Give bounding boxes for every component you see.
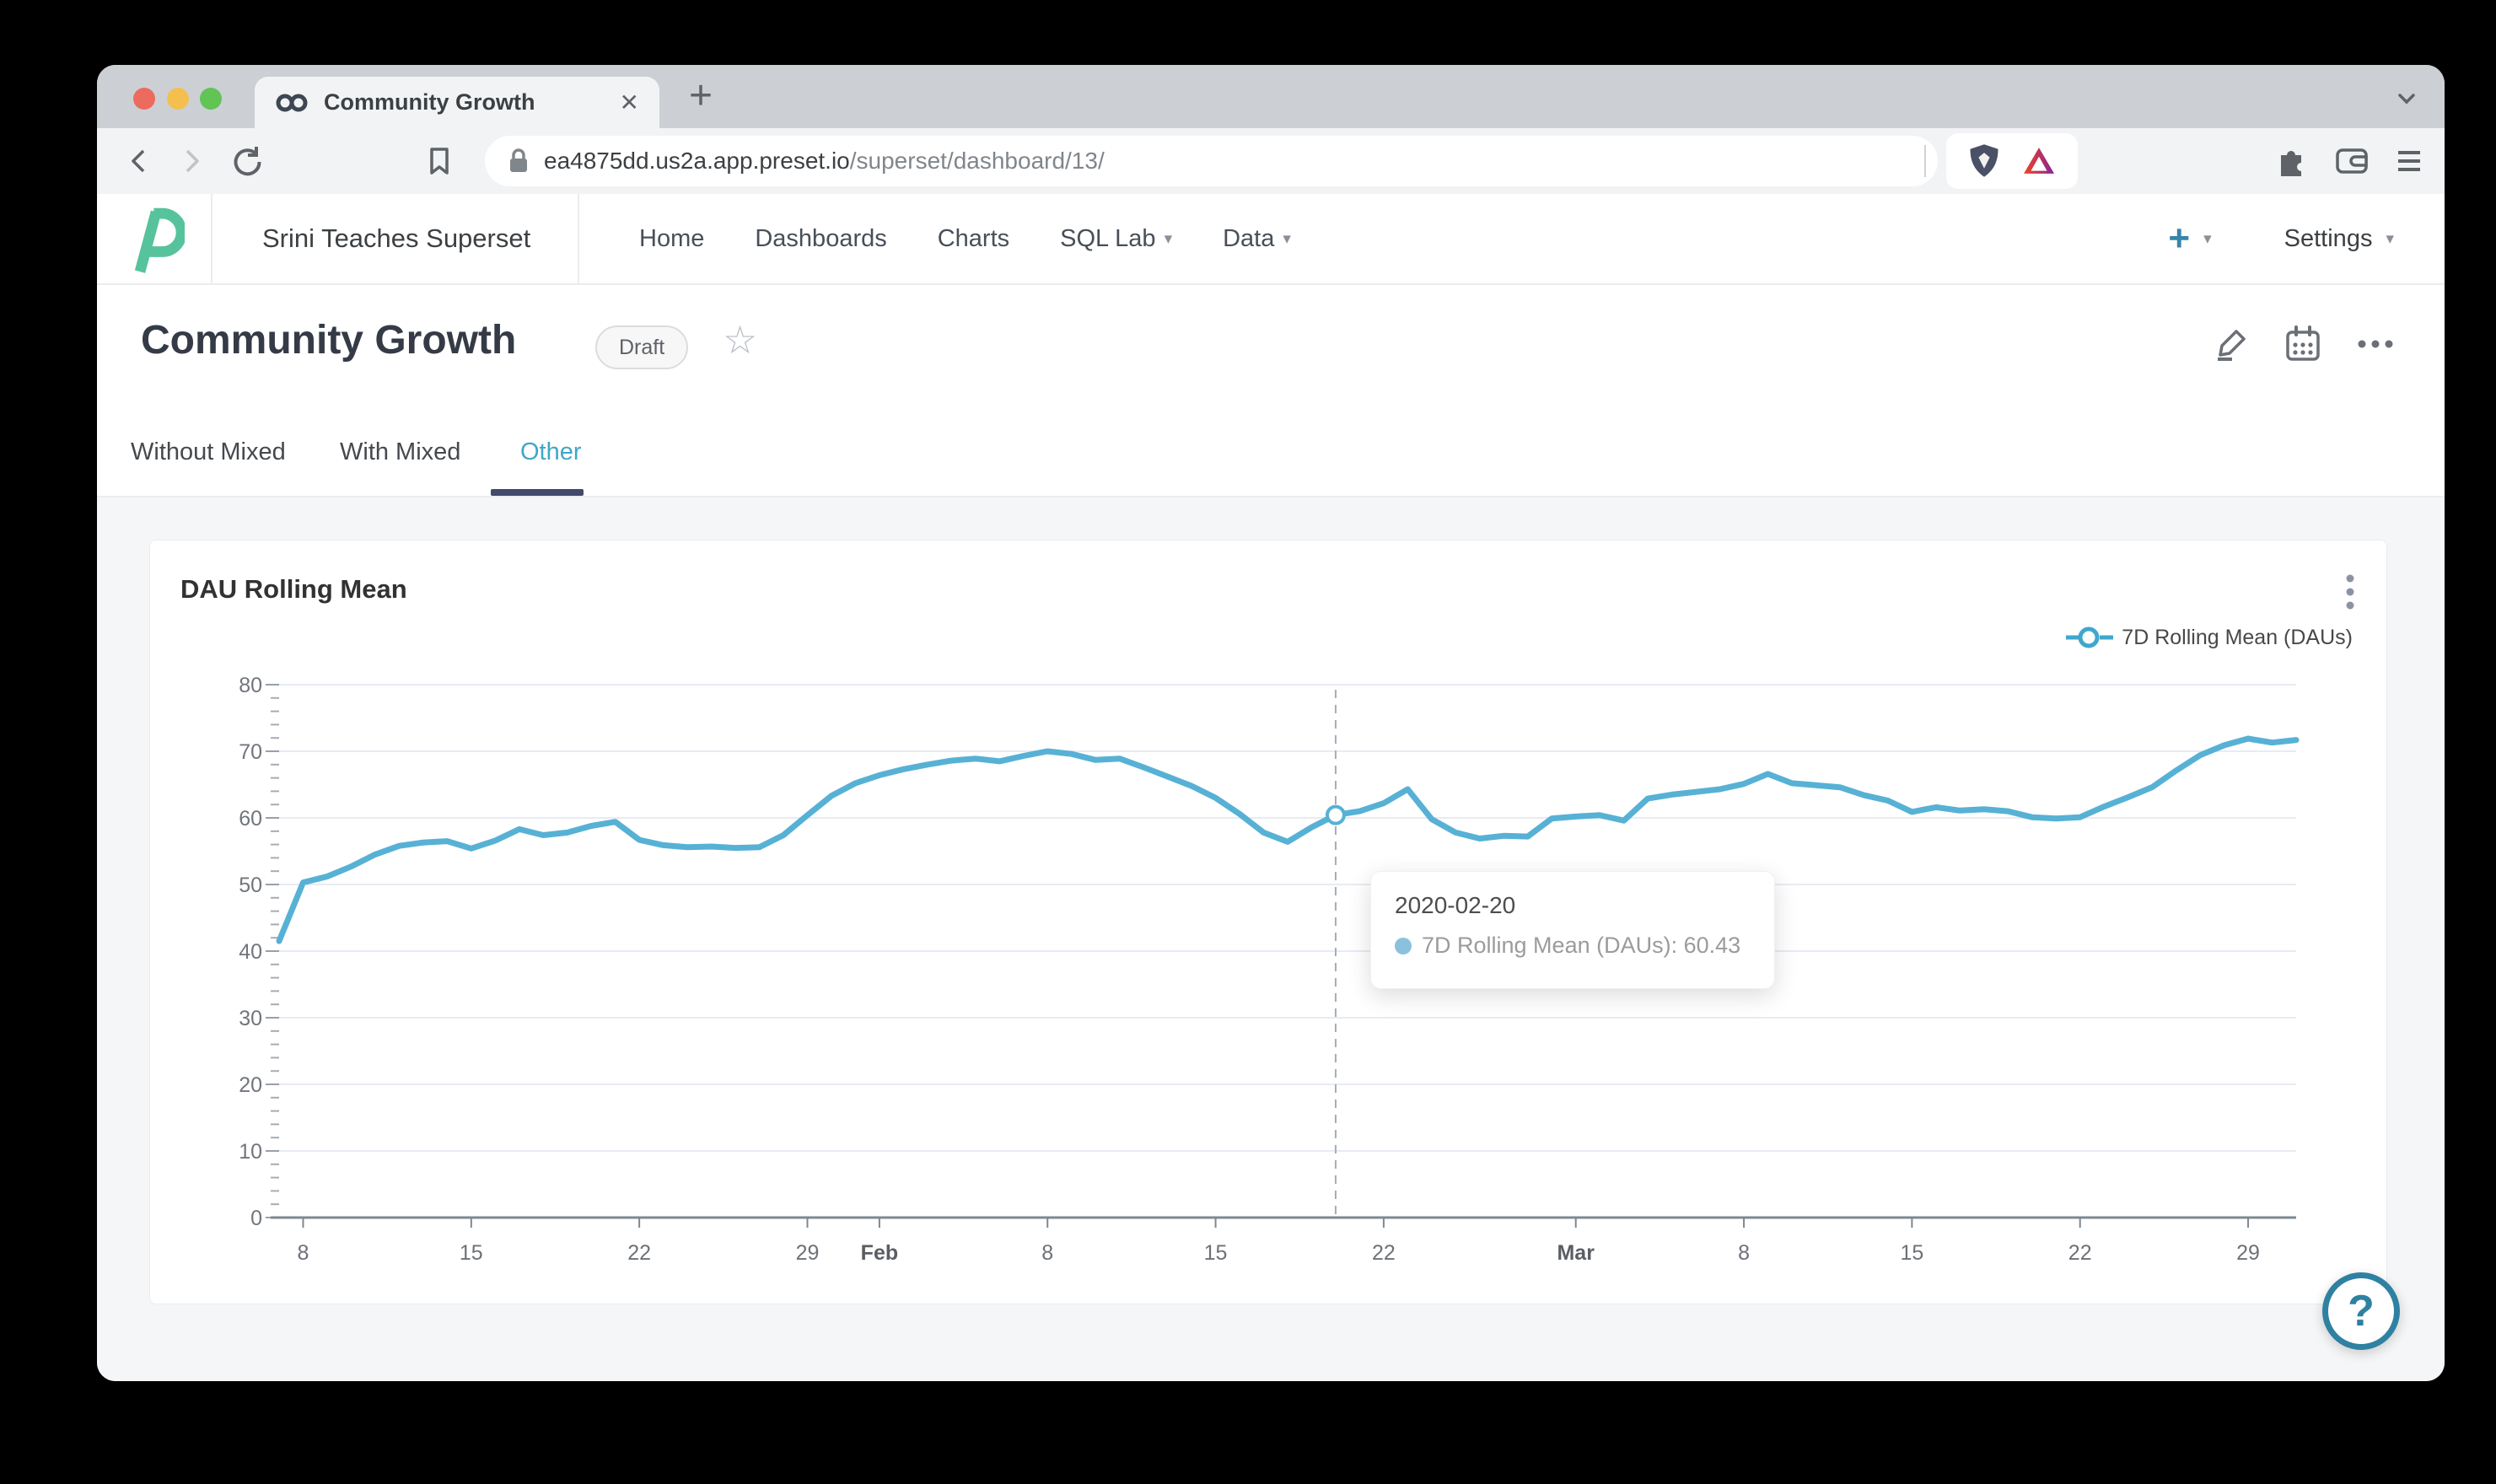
svg-text:22: 22 — [2068, 1241, 2092, 1265]
svg-text:60: 60 — [239, 807, 262, 831]
tab-other[interactable]: Other — [520, 408, 582, 496]
workspace-name[interactable]: Srini Teaches Superset — [262, 194, 530, 283]
new-content-button[interactable]: + — [2168, 218, 2190, 260]
nav-menu: Home Dashboards Charts SQL Lab▾ Data▾ — [639, 194, 1291, 283]
tab-title: Community Growth — [324, 89, 610, 116]
lock-icon — [507, 147, 530, 175]
draft-badge: Draft — [595, 325, 688, 369]
url-text: ea4875dd.us2a.app.preset.io/superset/das… — [544, 148, 1105, 175]
svg-text:22: 22 — [1372, 1241, 1396, 1265]
preset-logo[interactable] — [129, 206, 185, 273]
chevron-down-icon: ▾ — [1165, 229, 1173, 249]
tab-with-mixed[interactable]: With Mixed — [340, 408, 460, 496]
new-tab-button[interactable]: + — [677, 72, 724, 119]
chevron-down-icon: ▾ — [1283, 229, 1291, 249]
nav-item-home[interactable]: Home — [639, 225, 704, 253]
url-path: /superset/dashboard/13/ — [850, 148, 1105, 174]
app-navbar: Srini Teaches Superset Home Dashboards C… — [97, 194, 2445, 285]
forward-icon[interactable] — [175, 144, 208, 178]
svg-text:70: 70 — [239, 740, 262, 764]
browser-window: Community Growth ✕ + — [97, 65, 2445, 1381]
dashboard-header: Community Growth Draft ☆ — [97, 285, 2445, 408]
brave-shield-icon[interactable] — [1967, 142, 2001, 180]
chart-card: DAU Rolling Mean 7D Rolling Mean (DAUs) … — [149, 540, 2387, 1304]
bookmark-icon[interactable] — [424, 144, 455, 178]
chart-tooltip: 2020-02-20 7D Rolling Mean (DAUs): 60.43 — [1370, 871, 1775, 989]
tab-without-mixed[interactable]: Without Mixed — [131, 408, 286, 496]
calendar-icon[interactable] — [2283, 324, 2323, 364]
svg-text:29: 29 — [796, 1241, 820, 1265]
svg-text:10: 10 — [239, 1140, 262, 1164]
browser-tab-strip: Community Growth ✕ + — [97, 65, 2445, 128]
svg-text:8: 8 — [298, 1241, 309, 1265]
svg-text:80: 80 — [239, 674, 262, 697]
nav-item-sql-lab[interactable]: SQL Lab▾ — [1060, 225, 1172, 253]
svg-text:15: 15 — [460, 1241, 483, 1265]
url-domain: ea4875dd.us2a.app.preset.io — [544, 148, 850, 174]
nav-item-charts[interactable]: Charts — [938, 225, 1009, 253]
svg-text:8: 8 — [1041, 1241, 1053, 1265]
bat-rewards-icon[interactable] — [2021, 146, 2057, 176]
favorite-star-icon[interactable]: ☆ — [723, 317, 757, 363]
edit-pencil-icon[interactable] — [2214, 325, 2252, 363]
window-close-button[interactable] — [133, 88, 155, 110]
tooltip-value: 7D Rolling Mean (DAUs): 60.43 — [1422, 933, 1740, 959]
help-button[interactable]: ? — [2322, 1272, 2400, 1350]
nav-right: + ▾ Settings ▾ — [2168, 194, 2394, 283]
svg-text:Feb: Feb — [861, 1241, 898, 1265]
tab-close-icon[interactable]: ✕ — [620, 89, 639, 116]
svg-text:15: 15 — [1900, 1241, 1923, 1265]
svg-text:50: 50 — [239, 874, 262, 897]
extensions-puzzle-icon[interactable] — [2273, 144, 2307, 178]
line-chart[interactable]: 0 10 20 30 40 50 60 70 80 8 15 22 29 Feb 8 15 22 Mar 8 15 22… — [150, 540, 2388, 1305]
wallet-icon[interactable] — [2333, 144, 2370, 178]
chevron-down-icon: ▾ — [2386, 229, 2394, 249]
window-zoom-button[interactable] — [200, 88, 222, 110]
tooltip-series-dot — [1395, 938, 1412, 954]
browser-toolbar: ea4875dd.us2a.app.preset.io/superset/das… — [97, 128, 2445, 194]
browser-tab[interactable]: Community Growth ✕ — [255, 77, 659, 128]
nav-item-dashboards[interactable]: Dashboards — [755, 225, 886, 253]
active-tab-indicator — [491, 489, 584, 496]
svg-text:15: 15 — [1204, 1241, 1228, 1265]
more-options-icon[interactable] — [2353, 325, 2397, 363]
page-title: Community Growth — [141, 317, 516, 363]
dashboard-body: DAU Rolling Mean 7D Rolling Mean (DAUs) … — [97, 497, 2445, 1381]
tab-search-chevron-icon[interactable] — [2392, 83, 2421, 112]
svg-text:8: 8 — [1738, 1241, 1750, 1265]
browser-menu-icon[interactable] — [2392, 146, 2426, 176]
nav-divider — [211, 194, 212, 283]
superset-favicon — [275, 92, 309, 114]
svg-text:40: 40 — [239, 940, 262, 964]
svg-text:29: 29 — [2236, 1241, 2260, 1265]
svg-text:0: 0 — [250, 1207, 262, 1230]
reload-icon[interactable] — [229, 143, 264, 179]
dashboard-tab-bar: Without Mixed With Mixed Other — [97, 408, 2445, 497]
settings-menu[interactable]: Settings — [2284, 225, 2373, 253]
window-minimize-button[interactable] — [167, 88, 189, 110]
svg-text:22: 22 — [627, 1241, 651, 1265]
tooltip-date: 2020-02-20 — [1395, 892, 1751, 919]
brave-badges — [1946, 133, 2078, 189]
svg-text:20: 20 — [239, 1073, 262, 1097]
toolbar-divider — [1924, 145, 1926, 177]
nav-item-data[interactable]: Data▾ — [1223, 225, 1291, 253]
svg-text:Mar: Mar — [1557, 1241, 1595, 1265]
back-icon[interactable] — [122, 144, 156, 178]
chevron-down-icon[interactable]: ▾ — [2203, 229, 2212, 249]
url-bar[interactable]: ea4875dd.us2a.app.preset.io/superset/das… — [485, 136, 1938, 186]
svg-text:30: 30 — [239, 1007, 262, 1030]
nav-divider — [578, 194, 579, 283]
